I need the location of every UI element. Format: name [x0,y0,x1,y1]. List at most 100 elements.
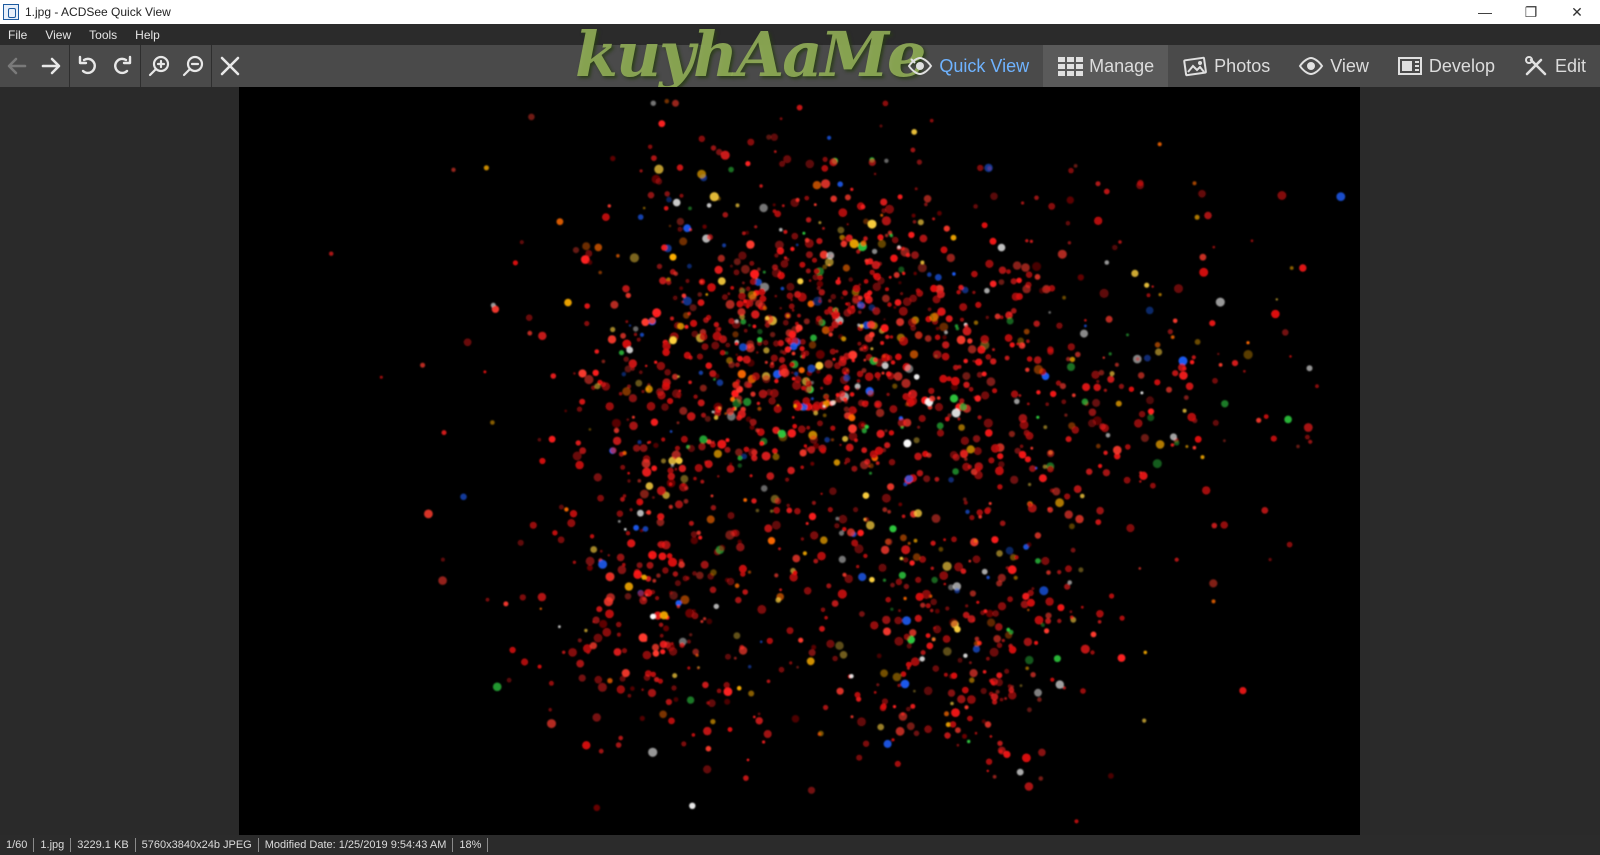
previous-image-button[interactable] [0,45,34,87]
bokeh-dot [769,331,776,338]
menu-tools[interactable]: Tools [89,28,117,42]
bokeh-dot [900,534,907,542]
bokeh-dot [1014,398,1020,405]
bokeh-dot [905,661,912,668]
bokeh-dot [1167,329,1173,335]
bokeh-dot [451,167,456,172]
tab-edit[interactable]: Edit [1509,45,1600,87]
tab-quick-view[interactable]: Quick View [893,45,1043,87]
bokeh-dot [637,214,644,220]
minimize-button[interactable]: — [1462,0,1508,24]
bokeh-dot [463,338,472,347]
bokeh-dot [576,659,585,668]
rotate-left-button[interactable] [71,45,105,87]
bokeh-dot [759,295,767,303]
bokeh-dot [696,571,704,580]
bokeh-dot [780,368,789,377]
bokeh-dot [981,719,986,724]
bokeh-dot [1303,423,1313,432]
bokeh-dot [770,509,774,513]
tab-view[interactable]: View [1284,45,1383,87]
bokeh-dot [637,440,642,445]
acdsee-app-icon[interactable] [3,4,19,20]
bokeh-dot [956,743,960,747]
bokeh-dot [838,514,848,524]
bokeh-dot [885,204,894,214]
bokeh-dot [1084,319,1087,322]
bokeh-dot [872,307,881,316]
bokeh-dot [818,730,824,737]
bokeh-dot [675,457,683,465]
bokeh-dot [668,504,673,509]
bokeh-dot [739,287,743,290]
bokeh-dot [942,335,947,340]
tab-develop[interactable]: Develop [1383,45,1509,87]
bokeh-dot [693,476,697,481]
bokeh-dot [836,687,844,695]
menu-file[interactable]: File [8,28,27,42]
bokeh-dot [743,397,752,407]
bokeh-dot [1152,459,1162,469]
bokeh-dot [699,435,708,444]
bokeh-dot [1246,341,1250,345]
bokeh-dot [584,374,594,385]
bokeh-dot [840,296,844,300]
zoom-in-button[interactable] [142,45,176,87]
bokeh-dot [989,280,997,288]
bokeh-dot [582,741,591,750]
bokeh-dot [1212,377,1218,384]
bokeh-dot [835,392,840,398]
bokeh-dot [863,236,868,241]
bokeh-dot [997,740,1003,746]
status-zoom: 18% [453,838,489,852]
displayed-photo[interactable] [239,87,1360,835]
bokeh-dot [884,233,889,238]
bokeh-dot [930,566,934,570]
bokeh-dot [837,589,847,599]
menu-help[interactable]: Help [135,28,160,42]
bokeh-dot [970,538,979,547]
bokeh-dot [485,597,490,602]
rotate-right-button[interactable] [105,45,139,87]
bokeh-dot [963,381,970,388]
close-window-button[interactable]: ✕ [1554,0,1600,24]
close-image-button[interactable] [213,45,247,87]
bokeh-dot [805,268,811,274]
tab-manage[interactable]: Manage [1043,45,1169,87]
bokeh-dot [735,379,741,384]
bokeh-dot [858,310,862,314]
restore-button[interactable]: ❐ [1508,0,1554,24]
bokeh-dot [750,269,760,279]
bokeh-dot [759,203,768,213]
bokeh-dot [857,323,861,327]
bokeh-dot [628,324,632,327]
menu-view[interactable]: View [45,28,71,42]
bokeh-dot [844,574,853,584]
bokeh-dot [1064,413,1068,417]
bokeh-dot [1108,773,1114,779]
bokeh-dot [1001,638,1005,643]
bokeh-dot [848,414,856,422]
bokeh-dot [1336,192,1346,201]
zoom-out-button[interactable] [176,45,210,87]
tab-photos[interactable]: Photos [1168,45,1284,87]
bokeh-dot [842,435,849,442]
bokeh-dot [881,362,889,370]
bokeh-dot [690,319,698,327]
bokeh-dot [954,626,961,633]
bokeh-dot [691,612,699,620]
bokeh-dot [681,300,684,304]
back-arrow-icon [7,57,27,75]
bokeh-dot [809,435,818,444]
bokeh-dot [1166,386,1172,393]
bokeh-dot [576,406,583,412]
bokeh-dot [950,672,958,679]
bokeh-dot [908,396,918,406]
bokeh-dot [994,313,1001,320]
image-viewer[interactable] [0,87,1600,835]
bokeh-dot [892,383,898,389]
bokeh-dot [901,545,911,555]
next-image-button[interactable] [34,45,68,87]
bokeh-dot [1304,434,1310,440]
bokeh-dot [912,553,921,561]
